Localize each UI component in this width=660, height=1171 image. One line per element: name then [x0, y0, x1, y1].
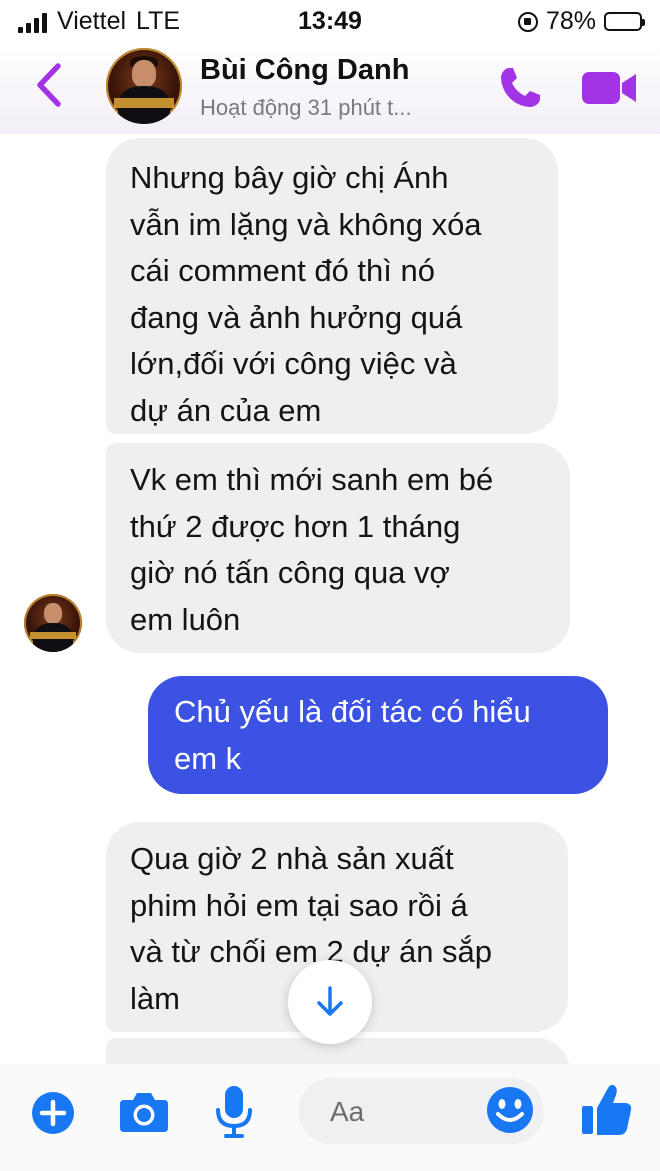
contact-avatar[interactable] [106, 48, 182, 124]
message-line: lớn,đối với công việc và [130, 346, 457, 381]
message-input-field[interactable] [298, 1078, 544, 1144]
battery-icon [604, 12, 645, 31]
contact-avatar-small[interactable] [24, 594, 82, 652]
status-right: 78% [517, 7, 645, 36]
like-button[interactable] [580, 1082, 634, 1138]
message-line: Chủ yếu là đối tác có hiểu [174, 694, 531, 729]
thumbs-up-icon [582, 1084, 632, 1135]
message-line: Qua giờ 2 nhà sản xuất [130, 841, 454, 876]
video-camera-icon [582, 72, 636, 104]
message-bubble-outgoing[interactable]: Chủ yếu là đối tác có hiểu em k [148, 676, 608, 794]
arrow-down-icon [317, 986, 343, 1016]
message-bubble-incoming[interactable]: Nhưng bây giờ chị Ánh vẫn im lặng và khô… [106, 138, 558, 434]
message-line: đang và ảnh hưởng quá [130, 299, 463, 335]
battery-percent: 78% [545, 7, 596, 35]
message-line: dự án của em [130, 392, 322, 428]
message-line: em luôn [130, 601, 241, 637]
message-line: thứ 2 được hơn 1 tháng [130, 508, 461, 544]
message-composer [0, 1064, 660, 1171]
back-button[interactable] [30, 60, 70, 110]
plus-icon [32, 1092, 74, 1134]
camera-icon [120, 1093, 168, 1132]
contact-name[interactable]: Bùi Công Danh [200, 54, 409, 87]
chat-header: Bùi Công Danh Hoạt động 31 phút t... [0, 42, 660, 134]
scroll-to-bottom-button[interactable] [288, 960, 372, 1044]
emoji-icon [487, 1087, 533, 1133]
microphone-icon [216, 1086, 252, 1138]
message-line: Nhưng bây giờ chị Ánh [130, 160, 449, 195]
message-line: cái comment đó thì nó [130, 253, 435, 288]
message-line: giờ nó tấn công qua vợ [130, 555, 450, 590]
voice-message-button[interactable] [214, 1084, 254, 1140]
message-bubble-incoming[interactable]: Vk em thì mới sanh em bé thứ 2 được hơn … [106, 443, 570, 653]
message-line: phim hỏi em tại sao rồi á [130, 887, 468, 923]
emoji-button[interactable] [484, 1084, 536, 1136]
voice-call-button[interactable] [496, 64, 544, 112]
message-line: em k [174, 740, 242, 776]
video-call-button[interactable] [580, 68, 638, 108]
contact-activity-status: Hoạt động 31 phút t... [200, 95, 412, 120]
chevron-left-icon [37, 63, 61, 107]
more-actions-button[interactable] [30, 1090, 76, 1136]
conversation[interactable]: Nhưng bây giờ chị Ánh vẫn im lặng và khô… [0, 134, 660, 1064]
rotation-lock-icon [517, 11, 538, 32]
message-line: Vk em thì mới sanh em bé [130, 462, 494, 497]
camera-button[interactable] [118, 1090, 170, 1134]
phone-icon [501, 68, 540, 107]
status-bar: Viettel LTE 13:49 78% [0, 0, 660, 42]
message-line: vẫn im lặng và không xóa [130, 206, 482, 242]
message-input[interactable] [328, 1090, 472, 1134]
